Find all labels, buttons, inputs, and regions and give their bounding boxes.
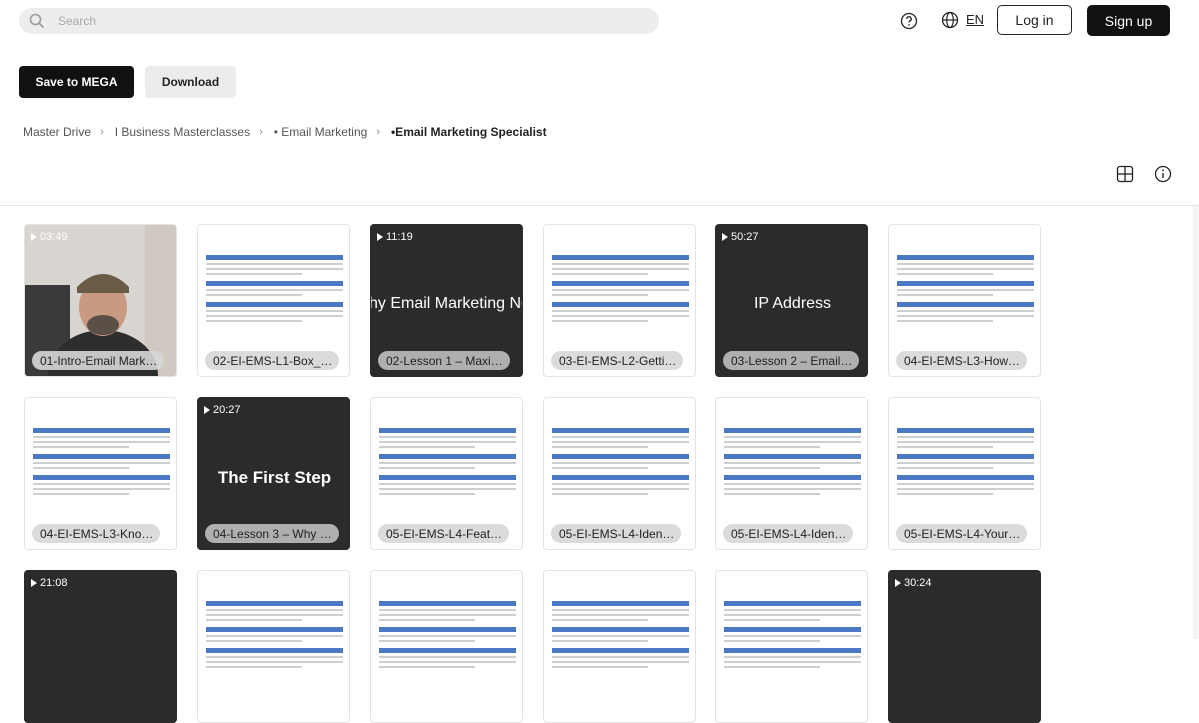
info-icon[interactable] bbox=[1154, 165, 1172, 183]
video-duration: 03:49 bbox=[31, 231, 68, 243]
video-duration: 20:27 bbox=[204, 404, 241, 416]
document-preview bbox=[379, 577, 516, 668]
file-tile[interactable]: 03:49 01-Intro-Email Mark… bbox=[24, 224, 177, 377]
divider bbox=[0, 205, 1199, 206]
file-name-label: 03-EI-EMS-L2-Getti… bbox=[551, 351, 684, 370]
breadcrumb-item-business-masterclasses[interactable]: I Business Masterclasses bbox=[115, 125, 250, 139]
file-tile[interactable]: 50:27 IP Address 03-Lesson 2 – Email… bbox=[715, 224, 868, 377]
grid-view-icon[interactable] bbox=[1116, 165, 1134, 183]
file-name-label: 01-Intro-Email Mark… bbox=[32, 351, 165, 370]
video-duration: 21:08 bbox=[31, 577, 68, 589]
document-preview bbox=[724, 404, 861, 495]
document-preview bbox=[552, 577, 689, 668]
breadcrumb-item-email-marketing[interactable]: • Email Marketing bbox=[274, 125, 368, 139]
document-preview bbox=[897, 231, 1034, 322]
globe-icon[interactable] bbox=[941, 11, 959, 29]
file-tile[interactable]: 03-EI-EMS-L2-Getti… bbox=[543, 224, 696, 377]
file-tile[interactable] bbox=[715, 570, 868, 723]
file-name-label: 05-EI-EMS-L4-Iden… bbox=[551, 524, 682, 543]
download-button[interactable]: Download bbox=[145, 66, 236, 98]
video-duration: 50:27 bbox=[722, 231, 759, 243]
login-button[interactable]: Log in bbox=[997, 5, 1072, 35]
file-name-label: 04-Lesson 3 – Why … bbox=[205, 524, 339, 543]
document-preview bbox=[897, 404, 1034, 495]
chevron-right-icon: › bbox=[100, 126, 104, 138]
file-tile[interactable] bbox=[197, 570, 350, 723]
file-name-label: 02-Lesson 1 – Maxi… bbox=[378, 351, 510, 370]
video-duration: 30:24 bbox=[895, 577, 932, 589]
file-tile[interactable]: 05-EI-EMS-L4-Iden… bbox=[715, 397, 868, 550]
file-name-label: 04-EI-EMS-L3-Kno… bbox=[32, 524, 161, 543]
play-icon bbox=[31, 233, 37, 241]
file-name-label: 05-EI-EMS-L4-Feat… bbox=[378, 524, 510, 543]
breadcrumb: Master Drive › I Business Masterclasses … bbox=[23, 125, 547, 139]
file-tile[interactable]: 02-EI-EMS-L1-Box_… bbox=[197, 224, 350, 377]
file-tile[interactable]: 05-EI-EMS-L4-Feat… bbox=[370, 397, 523, 550]
scrollbar[interactable] bbox=[1193, 206, 1199, 639]
file-name-label: 05-EI-EMS-L4-Iden… bbox=[723, 524, 854, 543]
signup-button[interactable]: Sign up bbox=[1087, 5, 1170, 36]
document-preview bbox=[552, 404, 689, 495]
file-tile[interactable]: 05-EI-EMS-L4-Your… bbox=[888, 397, 1041, 550]
document-preview bbox=[379, 404, 516, 495]
file-tile[interactable]: 21:08 bbox=[24, 570, 177, 723]
video-thumbnail-title: The First Step bbox=[217, 468, 332, 487]
language-selector[interactable]: EN bbox=[966, 12, 984, 27]
chevron-right-icon: › bbox=[376, 126, 380, 138]
file-tile[interactable]: 04-EI-EMS-L3-How… bbox=[888, 224, 1041, 377]
video-duration: 11:19 bbox=[377, 231, 413, 243]
chevron-right-icon: › bbox=[259, 126, 263, 138]
play-icon bbox=[31, 579, 37, 587]
top-bar: Search EN Log in Sign up bbox=[0, 0, 1199, 44]
play-icon bbox=[377, 233, 383, 241]
help-circle-icon[interactable] bbox=[900, 12, 918, 30]
document-preview bbox=[206, 577, 343, 668]
play-icon bbox=[895, 579, 901, 587]
save-to-mega-button[interactable]: Save to MEGA bbox=[19, 66, 134, 98]
file-name-label: 02-EI-EMS-L1-Box_… bbox=[205, 351, 340, 370]
file-tile[interactable] bbox=[370, 570, 523, 723]
file-tile[interactable] bbox=[543, 570, 696, 723]
document-preview bbox=[552, 231, 689, 322]
file-name-label: 05-EI-EMS-L4-Your… bbox=[896, 524, 1028, 543]
file-tile[interactable]: 04-EI-EMS-L3-Kno… bbox=[24, 397, 177, 550]
file-tile[interactable]: 11:19 hy Email Marketing No 02-Lesson 1 – … bbox=[370, 224, 523, 377]
file-name-label: 04-EI-EMS-L3-How… bbox=[896, 351, 1028, 370]
file-tile[interactable]: 20:27 The First Step 04-Lesson 3 – Why … bbox=[197, 397, 350, 550]
search-icon bbox=[29, 13, 45, 29]
document-preview bbox=[33, 404, 170, 495]
play-icon bbox=[204, 406, 210, 414]
file-tile[interactable]: 05-EI-EMS-L4-Iden… bbox=[543, 397, 696, 550]
search-input[interactable]: Search bbox=[58, 14, 96, 28]
file-tile[interactable]: 30:24 bbox=[888, 570, 1041, 723]
breadcrumb-item-master-drive[interactable]: Master Drive bbox=[23, 125, 91, 139]
video-thumbnail-title: IP Address bbox=[753, 295, 832, 312]
video-thumbnail-title: hy Email Marketing No bbox=[370, 295, 523, 312]
file-name-label: 03-Lesson 2 – Email… bbox=[723, 351, 860, 370]
breadcrumb-item-current: •Email Marketing Specialist bbox=[390, 125, 547, 139]
play-icon bbox=[722, 233, 728, 241]
document-preview bbox=[724, 577, 861, 668]
search-bar[interactable]: Search bbox=[19, 8, 659, 34]
document-preview bbox=[206, 231, 343, 322]
